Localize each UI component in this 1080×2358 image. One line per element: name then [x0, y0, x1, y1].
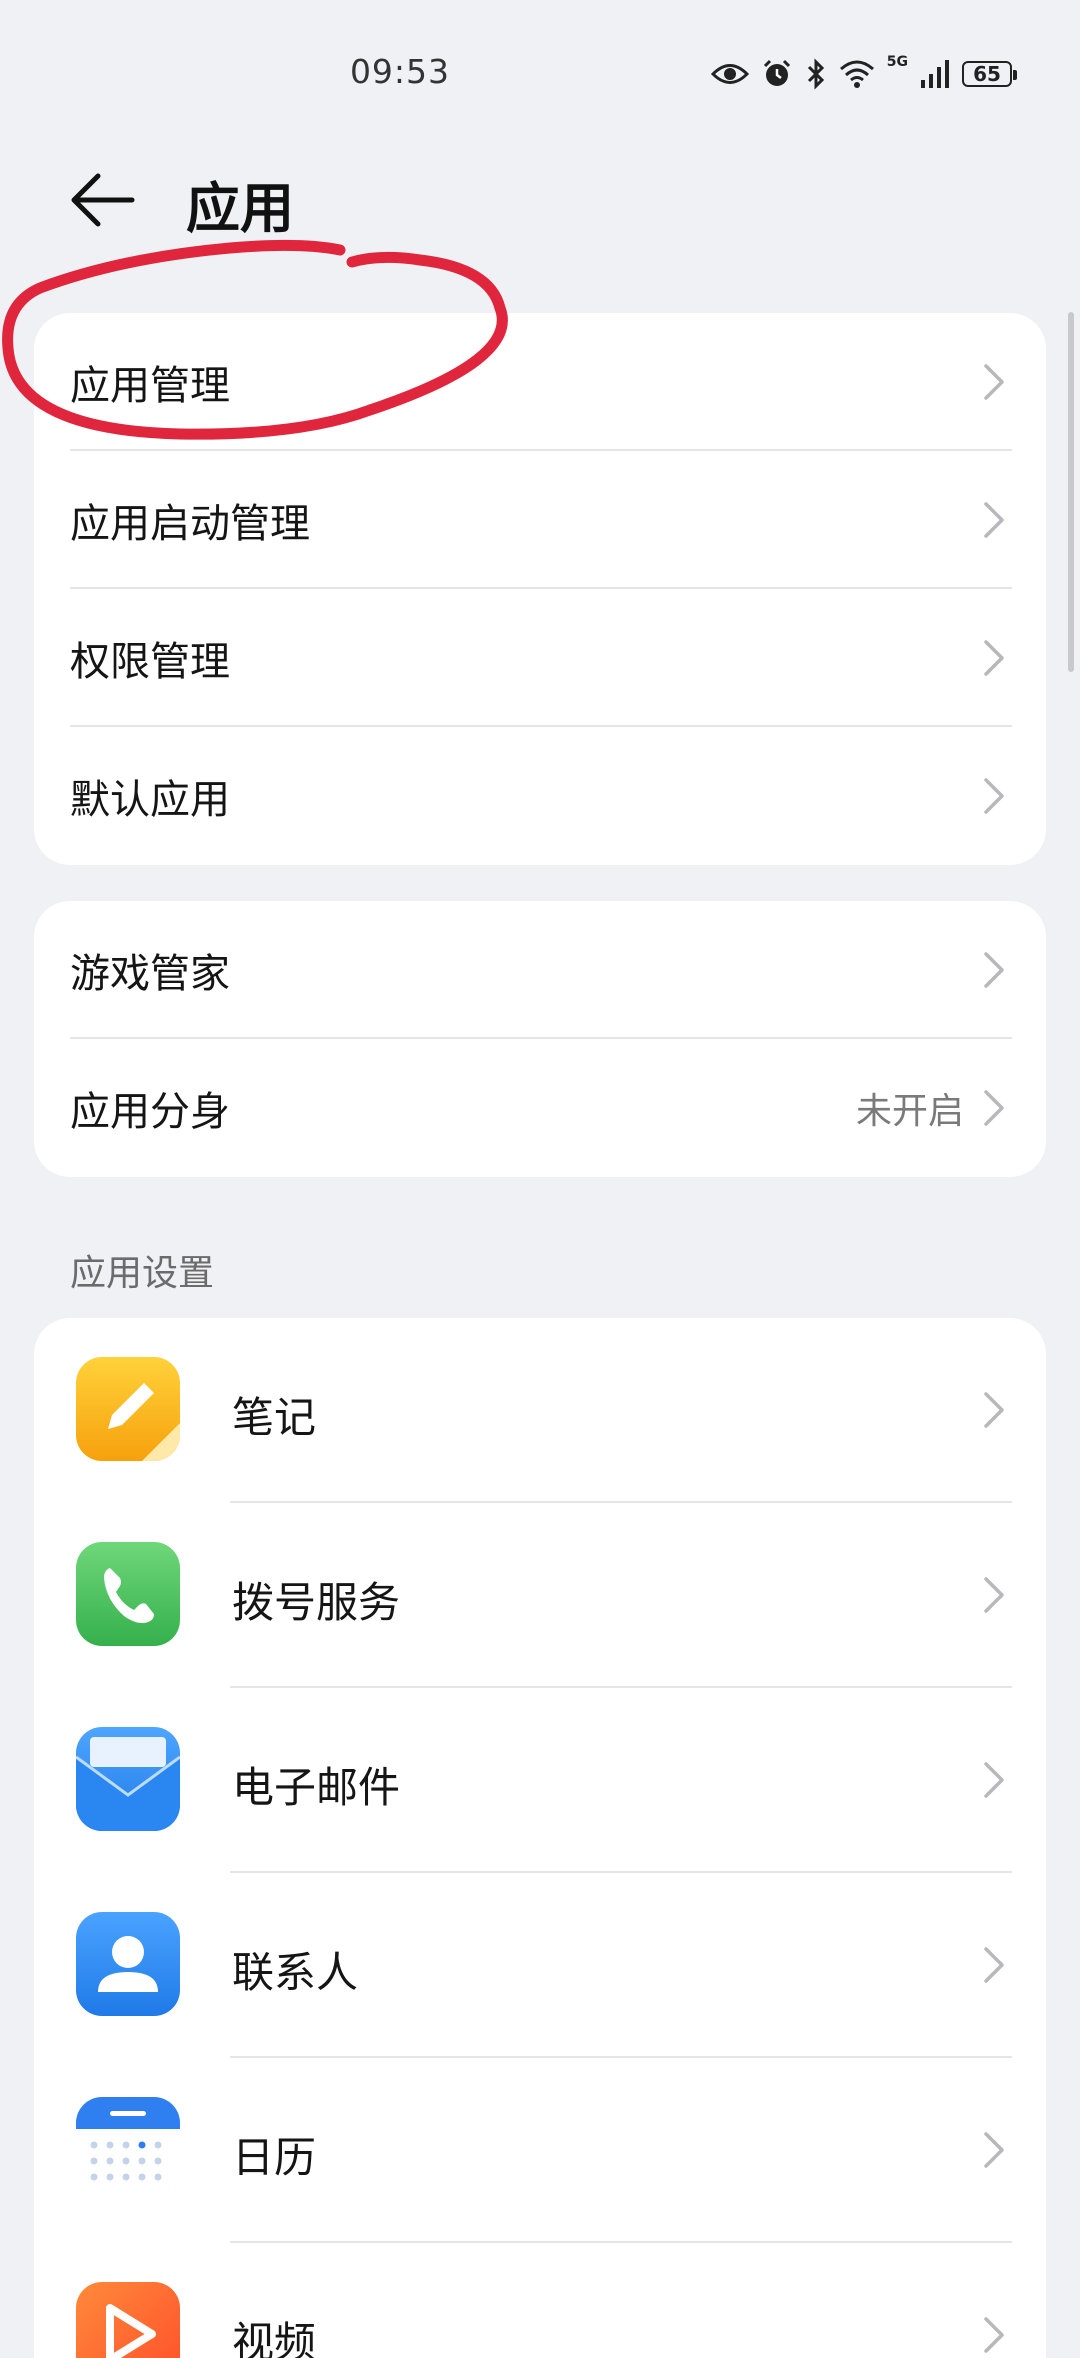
chevron-right-icon — [984, 778, 1004, 814]
alarm-icon — [761, 58, 793, 90]
chevron-right-icon — [984, 952, 1004, 988]
bluetooth-icon — [805, 58, 827, 90]
chevron-right-icon — [984, 502, 1004, 538]
back-arrow-icon[interactable] — [68, 168, 138, 232]
app-label: 电子邮件 — [232, 1763, 401, 1812]
chevron-right-icon — [984, 1392, 1004, 1428]
header: 应用 — [0, 150, 1080, 250]
game-twin-card: 游戏管家 应用分身 未开启 — [34, 901, 1046, 1177]
app-label: 联系人 — [232, 1948, 359, 1997]
row-label: 应用启动管理 — [70, 501, 310, 547]
row-label: 游戏管家 — [70, 951, 230, 997]
wifi-icon — [839, 59, 875, 89]
phone-icon — [76, 1542, 180, 1646]
signal-icon — [920, 60, 950, 88]
contacts-icon — [76, 1912, 180, 2016]
app-row-email[interactable]: 电子邮件 — [34, 1688, 1046, 1873]
email-icon — [76, 1727, 180, 1831]
app-settings-card: 笔记 拨号服务 电子邮件 联系人 日历 视频 — [34, 1318, 1046, 2358]
app-label: 视频 — [232, 2318, 317, 2358]
chevron-right-icon — [984, 1090, 1004, 1126]
scrollbar[interactable] — [1068, 312, 1074, 672]
notes-icon — [76, 1357, 180, 1461]
chevron-right-icon — [984, 364, 1004, 400]
page-title: 应用 — [186, 177, 294, 240]
chevron-right-icon — [984, 1762, 1004, 1798]
row-label: 应用分身 — [70, 1089, 230, 1135]
row-game-manager[interactable]: 游戏管家 — [34, 901, 1046, 1039]
app-row-contacts[interactable]: 联系人 — [34, 1873, 1046, 2058]
row-label: 应用管理 — [70, 363, 230, 409]
row-permission-management[interactable]: 权限管理 — [34, 589, 1046, 727]
row-app-management[interactable]: 应用管理 — [34, 313, 1046, 451]
app-label: 日历 — [232, 2133, 317, 2182]
app-management-card: 应用管理 应用启动管理 权限管理 默认应用 — [34, 313, 1046, 865]
app-row-video[interactable]: 视频 — [34, 2243, 1046, 2358]
row-app-launch-management[interactable]: 应用启动管理 — [34, 451, 1046, 589]
app-row-calendar[interactable]: 日历 — [34, 2058, 1046, 2243]
row-label: 权限管理 — [70, 639, 230, 685]
app-row-notes[interactable]: 笔记 — [34, 1318, 1046, 1503]
status-icons: 5G 65 — [710, 54, 1017, 94]
chevron-right-icon — [984, 2317, 1004, 2353]
chevron-right-icon — [984, 1947, 1004, 1983]
chevron-right-icon — [984, 640, 1004, 676]
chevron-right-icon — [984, 2132, 1004, 2168]
app-label: 拨号服务 — [232, 1578, 401, 1627]
video-icon — [76, 2282, 180, 2358]
battery-icon: 65 — [962, 61, 1017, 87]
eye-icon — [710, 61, 749, 87]
section-title-app-settings: 应用设置 — [70, 1253, 215, 1294]
network-type: 5G — [886, 54, 908, 70]
app-twin-status: 未开启 — [855, 1091, 964, 1132]
app-label: 笔记 — [232, 1393, 317, 1442]
chevron-right-icon — [984, 1577, 1004, 1613]
calendar-icon — [76, 2097, 180, 2201]
app-row-dialer[interactable]: 拨号服务 — [34, 1503, 1046, 1688]
status-bar: 09:53 5G 65 — [0, 0, 1080, 140]
row-label: 默认应用 — [70, 777, 230, 823]
status-time: 09:53 — [349, 52, 451, 91]
row-default-apps[interactable]: 默认应用 — [34, 727, 1046, 865]
row-app-twin[interactable]: 应用分身 未开启 — [34, 1039, 1046, 1177]
